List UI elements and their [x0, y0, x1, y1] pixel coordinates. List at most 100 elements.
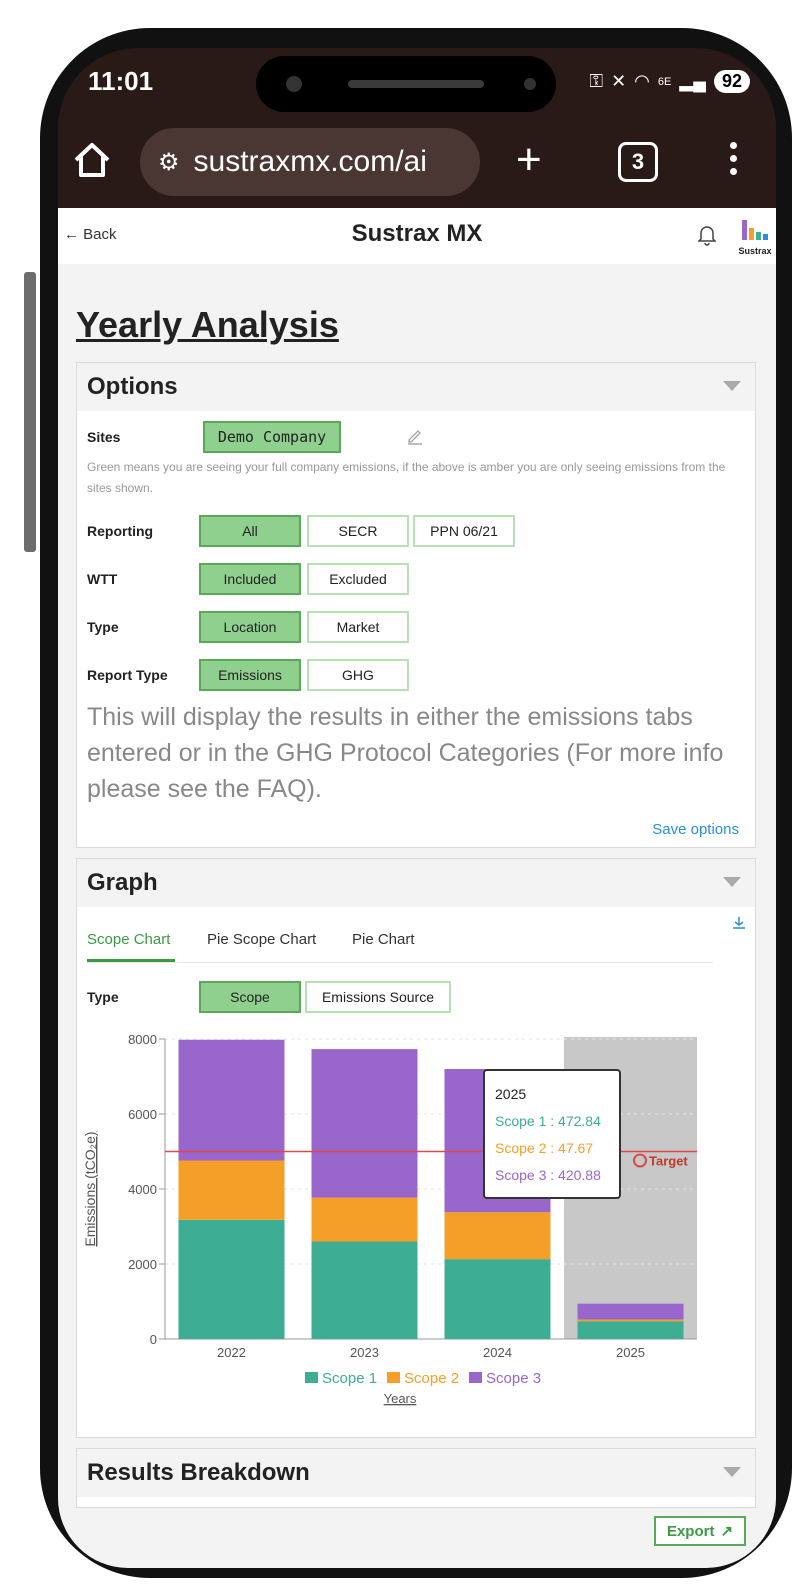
report-type-label: Report Type: [87, 667, 168, 683]
network-label: 6E: [657, 75, 672, 88]
export-label: Export: [666, 1522, 715, 1540]
results-header[interactable]: Results Breakdown: [77, 1449, 755, 1497]
device-frame: 11:01 ⚿ ✕ ◠ 6E ▂▄ 92 ⚙ sustraxmx.com/ai: [0, 0, 797, 1590]
graph-tabs: Scope Chart Pie Scope Chart Pie Chart: [87, 923, 713, 963]
new-tab-button[interactable]: +: [516, 134, 542, 186]
bar-2022-scope1: [178, 1219, 285, 1339]
web-content: ← Back Sustrax MX Sustrax Yearly Analysi…: [58, 208, 776, 1568]
legend-label: Scope 1: [322, 1370, 377, 1387]
tooltip-scope2: Scope 2 : 47.67: [495, 1140, 594, 1156]
external-link-icon: ↗: [720, 1523, 734, 1540]
sustrax-logo[interactable]: Sustrax: [734, 218, 774, 258]
tab-switcher-button[interactable]: 3: [618, 142, 658, 182]
graph-panel: Graph Scope Chart Pie Scope Chart Pie Ch…: [76, 858, 756, 1438]
camera-notch: [256, 56, 556, 112]
tab-scope-chart[interactable]: Scope Chart: [87, 931, 170, 948]
legend-label: Scope 3: [486, 1370, 541, 1387]
tab-pie-scope-chart[interactable]: Pie Scope Chart: [207, 931, 316, 948]
battery-indicator: 92: [713, 70, 750, 93]
tooltip-scope1: Scope 1 : 472.84: [495, 1113, 601, 1129]
phone-screen: 11:01 ⚿ ✕ ◠ 6E ▂▄ 92 ⚙ sustraxmx.com/ai: [58, 48, 776, 1568]
results-heading: Results Breakdown: [87, 1459, 310, 1486]
type-label: Type: [87, 619, 119, 635]
x-tick-label: 2022: [217, 1345, 246, 1360]
graph-header[interactable]: Graph: [77, 859, 755, 907]
front-camera: [286, 76, 302, 92]
signal-icon: ▂▄: [679, 71, 706, 91]
mute-icon: ✕: [611, 71, 627, 91]
x-tick-label: 2025: [616, 1345, 645, 1360]
legend-swatch: [469, 1372, 482, 1383]
tab-pie-chart[interactable]: Pie Chart: [352, 931, 415, 948]
export-button[interactable]: Export ↗: [654, 1516, 746, 1546]
home-icon[interactable]: [70, 138, 114, 182]
reporting-all-button[interactable]: All: [199, 515, 301, 547]
report-ghg-button[interactable]: GHG: [307, 659, 409, 691]
site-chip[interactable]: Demo Company: [203, 421, 341, 453]
reporting-label: Reporting: [87, 523, 154, 539]
graph-type-source-button[interactable]: Emissions Source: [305, 981, 451, 1013]
status-bar: 11:01 ⚿ ✕ ◠ 6E ▂▄ 92: [58, 48, 776, 120]
bar-2024-scope1: [444, 1259, 551, 1339]
graph-type-scope-button[interactable]: Scope: [199, 981, 301, 1013]
sites-hint: Green means you are seeing your full com…: [87, 460, 726, 495]
target-label: Target: [649, 1154, 688, 1169]
wtt-excluded-button[interactable]: Excluded: [307, 563, 409, 595]
bar-2022-scope2: [178, 1160, 285, 1220]
download-icon[interactable]: [731, 915, 747, 931]
y-axis-label: Emissions (tCO₂e): [82, 1131, 98, 1246]
y-tick-label: 8000: [128, 1032, 157, 1047]
app-title: Sustrax MX: [351, 220, 483, 247]
x-axis-label: Years: [384, 1391, 417, 1406]
status-time: 11:01: [88, 66, 154, 96]
legend-label: Scope 2: [404, 1370, 459, 1387]
site-settings-icon[interactable]: ⚙: [158, 148, 180, 177]
wtt-label: WTT: [87, 571, 118, 587]
address-bar[interactable]: ⚙ sustraxmx.com/ai: [140, 128, 480, 196]
collapse-icon[interactable]: [723, 1467, 741, 1477]
options-header[interactable]: Options: [77, 363, 755, 411]
bar-2025-scope3: [577, 1303, 684, 1320]
browser-toolbar: ⚙ sustraxmx.com/ai + 3: [58, 120, 776, 208]
graph-heading: Graph: [87, 869, 158, 896]
bell-icon[interactable]: [698, 224, 716, 246]
type-location-button[interactable]: Location: [199, 611, 301, 643]
url-text: sustraxmx.com/ai: [193, 145, 427, 178]
x-tick-label: 2023: [350, 1345, 379, 1360]
bar-2025-scope1: [577, 1321, 684, 1339]
collapse-icon[interactable]: [723, 877, 741, 887]
report-type-description: This will display the results in either …: [87, 703, 724, 803]
reporting-secr-button[interactable]: SECR: [307, 515, 409, 547]
wtt-included-button[interactable]: Included: [199, 563, 301, 595]
y-tick-label: 0: [150, 1332, 157, 1347]
legend-swatch: [305, 1372, 318, 1383]
collapse-icon[interactable]: [723, 381, 741, 391]
chart-tooltip: 2025 Scope 1 : 472.84 Scope 2 : 47.67 Sc…: [483, 1069, 621, 1199]
y-tick-label: 4000: [128, 1182, 157, 1197]
system-icons: ⚿ ✕ ◠ 6E ▂▄ 92: [589, 70, 750, 93]
results-panel: Results Breakdown: [76, 1448, 756, 1508]
options-heading: Options: [87, 373, 178, 400]
bar-2022-scope3: [178, 1039, 285, 1161]
edit-icon[interactable]: [405, 425, 425, 445]
bar-2023-scope3: [311, 1049, 418, 1198]
graph-type-label: Type: [87, 989, 119, 1005]
bar-2025-scope2: [577, 1319, 684, 1322]
bar-2023-scope2: [311, 1197, 418, 1242]
save-options-link[interactable]: Save options: [652, 821, 739, 838]
earpiece-speaker: [348, 80, 484, 88]
key-icon: ⚿: [589, 71, 604, 91]
app-header: ← Back Sustrax MX Sustrax: [58, 208, 776, 264]
wifi-icon: ◠: [634, 71, 650, 91]
bar-2024-scope2: [444, 1212, 551, 1260]
proximity-sensor: [524, 78, 536, 90]
type-market-button[interactable]: Market: [307, 611, 409, 643]
scope-chart: 0 2000 4000 6000 8000 2022 2023 2024 2025 Target E…: [82, 1032, 697, 1406]
report-emissions-button[interactable]: Emissions: [199, 659, 301, 691]
y-tick-label: 6000: [128, 1107, 157, 1122]
reporting-ppn-button[interactable]: PPN 06/21: [413, 515, 515, 547]
sites-label: Sites: [87, 429, 121, 445]
browser-menu-icon[interactable]: [726, 142, 740, 182]
y-tick-label: 2000: [128, 1257, 157, 1272]
active-tab-indicator: [87, 959, 175, 962]
